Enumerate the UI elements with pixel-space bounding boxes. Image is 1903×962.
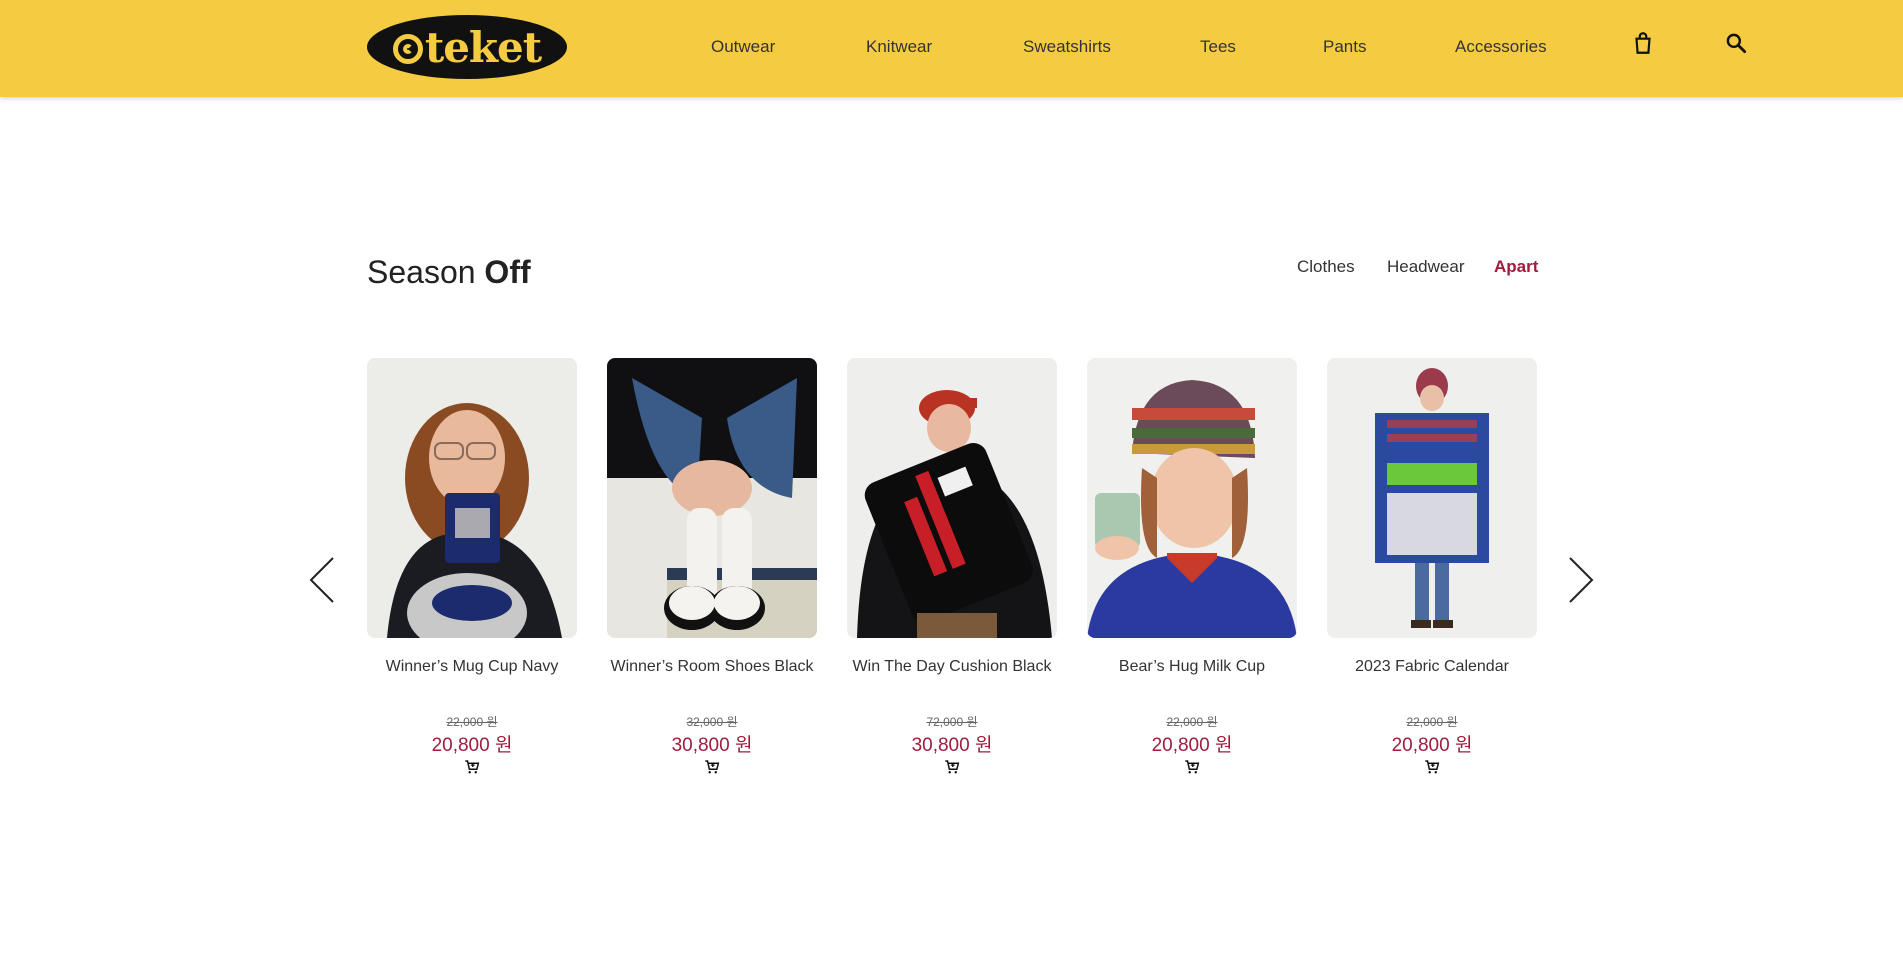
product-image[interactable] xyxy=(1087,358,1297,638)
add-to-cart-icon[interactable] xyxy=(703,758,721,776)
nav-knitwear[interactable]: Knitwear xyxy=(866,37,932,57)
product-card[interactable]: Bear’s Hug Milk Cup 22,000 원 20,800 원 xyxy=(1087,358,1297,788)
product-sale-price: 30,800 원 xyxy=(911,735,993,756)
section-title: Season Off xyxy=(367,254,531,291)
product-sale-price: 20,800 원 xyxy=(1151,735,1233,756)
product-name[interactable]: 2023 Fabric Calendar xyxy=(1327,658,1537,676)
section-title-bold: Off xyxy=(484,254,531,290)
product-original-price: 22,000 원 xyxy=(446,715,498,729)
product-original-price: 72,000 원 xyxy=(926,715,978,729)
product-name[interactable]: Winner’s Room Shoes Black xyxy=(607,658,817,676)
search-icon[interactable] xyxy=(1723,30,1749,56)
product-card[interactable]: Win The Day Cushion Black 72,000 원 30,80… xyxy=(847,358,1057,788)
product-image[interactable] xyxy=(607,358,817,638)
product-name[interactable]: Winner’s Mug Cup Navy xyxy=(367,658,577,676)
section-title-light: Season xyxy=(367,254,476,290)
nav-sweatshirts[interactable]: Sweatshirts xyxy=(1023,37,1111,57)
nav-tees[interactable]: Tees xyxy=(1200,37,1236,57)
product-name[interactable]: Win The Day Cushion Black xyxy=(847,658,1057,676)
nav-outwear[interactable]: Outwear xyxy=(711,37,775,57)
shopping-bag-icon[interactable] xyxy=(1630,30,1656,56)
tab-headwear[interactable]: Headwear xyxy=(1387,257,1465,277)
nav-pants[interactable]: Pants xyxy=(1323,37,1366,57)
product-sale-price: 20,800 원 xyxy=(1391,735,1473,756)
product-sale-price: 20,800 원 xyxy=(431,735,513,756)
product-card[interactable]: Winner’s Mug Cup Navy 22,000 원 20,800 원 xyxy=(367,358,577,788)
logo-text: teket xyxy=(424,22,542,72)
brand-logo[interactable]: teket xyxy=(367,15,567,79)
carousel-prev-arrow-icon[interactable] xyxy=(307,555,337,605)
product-original-price: 22,000 원 xyxy=(1166,715,1218,729)
product-image[interactable] xyxy=(367,358,577,638)
site-header: teket Outwear Knitwear Sweatshirts Tees … xyxy=(0,0,1903,97)
carousel-next-arrow-icon[interactable] xyxy=(1566,555,1596,605)
copyright-mark-icon xyxy=(392,34,423,64)
add-to-cart-icon[interactable] xyxy=(1183,758,1201,776)
product-card[interactable]: Winner’s Room Shoes Black 32,000 원 30,80… xyxy=(607,358,817,788)
product-image[interactable] xyxy=(1327,358,1537,638)
add-to-cart-icon[interactable] xyxy=(463,758,481,776)
product-sale-price: 30,800 원 xyxy=(671,735,753,756)
product-original-price: 32,000 원 xyxy=(686,715,738,729)
add-to-cart-icon[interactable] xyxy=(943,758,961,776)
nav-accessories[interactable]: Accessories xyxy=(1455,37,1547,57)
add-to-cart-icon[interactable] xyxy=(1423,758,1441,776)
product-card[interactable]: 2023 Fabric Calendar 22,000 원 20,800 원 xyxy=(1327,358,1537,788)
product-image[interactable] xyxy=(847,358,1057,638)
tab-apart[interactable]: Apart xyxy=(1494,257,1538,277)
product-original-price: 22,000 원 xyxy=(1406,715,1458,729)
tab-clothes[interactable]: Clothes xyxy=(1297,257,1355,277)
product-name[interactable]: Bear’s Hug Milk Cup xyxy=(1087,658,1297,676)
